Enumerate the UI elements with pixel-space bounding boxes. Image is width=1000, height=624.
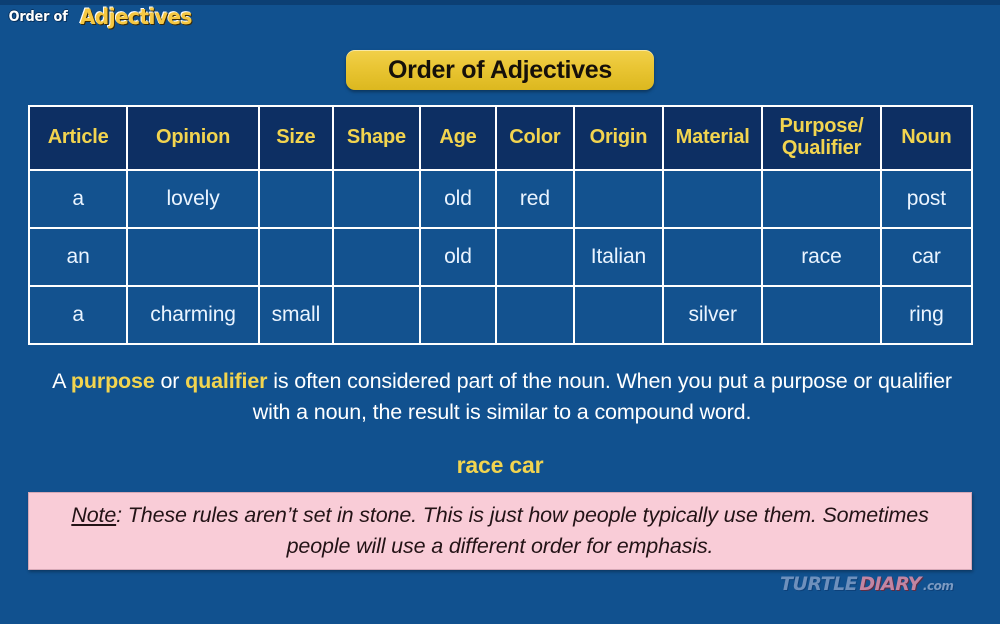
- note-box: Note: These rules aren’t set in stone. T…: [28, 492, 972, 570]
- cell-origin: [572, 285, 665, 345]
- cell-shape: [331, 227, 421, 287]
- paragraph-part-2: or: [154, 369, 186, 393]
- page-title: Order of Adjectives: [388, 55, 612, 84]
- column-header-article: Article: [27, 105, 129, 171]
- watermark-diary: DIARY: [859, 573, 921, 595]
- cell-purpose: [761, 285, 882, 345]
- column-header-purpose-line1: Purpose/: [779, 115, 864, 138]
- cell-article: a: [27, 169, 129, 229]
- column-header-purpose-qualifier: Purpose/ Qualifier: [761, 105, 882, 171]
- paragraph-part-1: A: [52, 369, 71, 393]
- column-header-noun: Noun: [879, 105, 974, 171]
- cell-purpose: race: [761, 227, 882, 287]
- cell-origin: Italian: [572, 227, 665, 287]
- cell-age: [418, 285, 497, 345]
- cell-origin: [572, 169, 665, 229]
- cell-shape: [331, 285, 421, 345]
- paragraph-bold-qualifier: qualifier: [185, 369, 268, 393]
- column-header-age: Age: [418, 105, 497, 171]
- order-of-adjectives-table: Article Opinion Size Shape Age Color Ori…: [27, 105, 974, 345]
- cell-noun: ring: [879, 285, 974, 345]
- cell-color: [494, 285, 575, 345]
- cell-opinion: charming: [126, 285, 260, 345]
- cell-shape: [331, 169, 421, 229]
- explanation-paragraph: A purpose or qualifier is often consider…: [33, 366, 971, 427]
- cell-age: old: [418, 169, 497, 229]
- cell-age: old: [418, 227, 497, 287]
- slide-canvas: Order of Adjectives Order of Adjectives …: [0, 0, 1000, 624]
- cell-opinion: [126, 227, 260, 287]
- cell-material: [662, 227, 764, 287]
- table-row: a charming small silver ring: [27, 285, 974, 345]
- cell-noun: post: [879, 169, 974, 229]
- watermark-com: .com: [922, 579, 954, 593]
- column-header-size: Size: [257, 105, 334, 171]
- brand-logo: Order of Adjectives: [6, 4, 195, 30]
- cell-size: [257, 169, 334, 229]
- cell-article: an: [27, 227, 129, 287]
- column-header-shape: Shape: [331, 105, 421, 171]
- cell-size: [257, 227, 334, 287]
- cell-opinion: lovely: [126, 169, 260, 229]
- cell-purpose: [761, 169, 882, 229]
- cell-material: [662, 169, 764, 229]
- column-header-origin: Origin: [572, 105, 665, 171]
- brand-logo-main: Adjectives: [80, 5, 193, 29]
- brand-logo-prefix: Order of: [8, 9, 68, 25]
- page-title-banner: Order of Adjectives: [346, 50, 654, 90]
- column-header-opinion: Opinion: [126, 105, 260, 171]
- watermark-logo: TURTLE DIARY .com: [780, 573, 954, 595]
- column-header-purpose-line2: Qualifier: [781, 137, 862, 159]
- table-header-row: Article Opinion Size Shape Age Color Ori…: [27, 105, 974, 171]
- column-header-material: Material: [662, 105, 764, 171]
- cell-noun: car: [879, 227, 974, 287]
- note-label: Note: [71, 503, 117, 528]
- table-row: a lovely old red post: [27, 169, 974, 229]
- table-row: an old Italian race car: [27, 227, 974, 287]
- paragraph-part-3: is often considered part of the noun. Wh…: [252, 369, 952, 424]
- note-text: Note: These rules aren’t set in stone. T…: [29, 500, 971, 561]
- cell-size: small: [257, 285, 334, 345]
- cell-color: [494, 227, 575, 287]
- cell-color: red: [494, 169, 575, 229]
- example-phrase: race car: [456, 452, 544, 478]
- cell-article: a: [27, 285, 129, 345]
- watermark-turtle: TURTLE: [780, 573, 858, 595]
- paragraph-bold-purpose: purpose: [70, 369, 155, 393]
- column-header-color: Color: [494, 105, 575, 171]
- cell-material: silver: [662, 285, 764, 345]
- note-body: : These rules aren’t set in stone. This …: [116, 503, 929, 558]
